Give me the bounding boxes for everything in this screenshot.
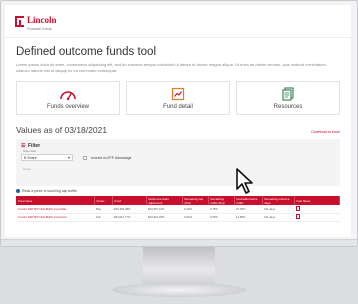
table-cell: $19,524.45% bbox=[146, 213, 182, 222]
info-note: Read a piece to touching cap buffer bbox=[5, 186, 351, 193]
column-header[interactable]: Fact Sheet bbox=[294, 196, 340, 205]
table-cell: 0.65% bbox=[208, 213, 234, 222]
monitor-frame: Lincoln Financial Group Defined outcome … bbox=[0, 0, 358, 247]
reset-link[interactable]: Reset bbox=[23, 167, 335, 171]
fund-name-link[interactable]: Lincoln S&P 500 Ultra Buffer Fund Mar bbox=[16, 205, 94, 214]
brand-sub: Financial Group bbox=[27, 27, 52, 31]
column-header[interactable]: Reference index adjustment bbox=[146, 196, 183, 205]
filter-heading: ☰ Filter bbox=[21, 143, 335, 149]
share-class-row: B Share Include eLVF® Advantage bbox=[21, 154, 335, 161]
card-resources[interactable]: Resources bbox=[236, 81, 340, 115]
brand-logo[interactable]: Lincoln Financial Group bbox=[15, 11, 341, 32]
table-cell: $19,567.44% bbox=[146, 205, 182, 214]
table-row: Lincoln S&P 500 Ultra Buffer Fund Mar Ma… bbox=[16, 205, 340, 214]
monitor-stand-base bbox=[112, 283, 246, 297]
download-excel-link[interactable]: Download to excel bbox=[311, 130, 340, 134]
chevron-down-icon bbox=[68, 157, 70, 159]
table-cell: 15.30% bbox=[234, 205, 262, 214]
table-row: Lincoln S&P 500 Ultra Buffer Fund Feb Fe… bbox=[16, 213, 340, 222]
filter-panel: ☰ Filter Share class B Share Include eLV… bbox=[16, 139, 340, 186]
tool-cards: Funds overview Fund detail Resources bbox=[5, 74, 351, 115]
pdf-icon[interactable] bbox=[296, 214, 300, 219]
values-title: Values as of 03/18/2021 bbox=[16, 125, 108, 135]
column-header[interactable]: Fund name bbox=[16, 196, 95, 205]
documents-icon bbox=[281, 86, 295, 101]
column-header[interactable]: Fund bbox=[112, 196, 147, 205]
filter-title: Filter bbox=[28, 143, 41, 149]
share-class-label: Share class bbox=[23, 150, 37, 153]
pdf-icon[interactable] bbox=[296, 205, 300, 211]
values-header: Values as of 03/18/2021 Download to exce… bbox=[5, 115, 351, 135]
column-header[interactable]: Remaining outcome days bbox=[262, 196, 295, 205]
card-label: Funds overview bbox=[46, 103, 90, 110]
share-class-select[interactable]: B Share bbox=[21, 154, 73, 161]
table-cell: $20,012.77% bbox=[112, 213, 146, 222]
filter-icon: ☰ bbox=[21, 143, 26, 149]
table-cell: 14.80% bbox=[234, 213, 262, 222]
browser-page: Lincoln Financial Group Defined outcome … bbox=[5, 5, 351, 237]
fact-sheet-cell bbox=[294, 205, 340, 214]
card-funds-overview[interactable]: Funds overview bbox=[16, 81, 120, 115]
column-header[interactable]: Remaining cap (Net) bbox=[182, 196, 209, 205]
include-advantage-checkbox[interactable] bbox=[83, 155, 87, 160]
brand-name: Lincoln bbox=[27, 15, 57, 25]
lincoln-logo-icon bbox=[15, 15, 24, 27]
monitor-stand-neck bbox=[143, 247, 215, 285]
page-title: Defined outcome funds tool bbox=[16, 46, 157, 58]
column-header[interactable]: Downside before buffer bbox=[234, 196, 263, 205]
chart-document-icon bbox=[171, 87, 185, 101]
page-description: Lorem ipsum dolor sit amet, consectetur … bbox=[16, 62, 326, 73]
brand-text: Lincoln Financial Group bbox=[27, 11, 57, 32]
fund-name-link[interactable]: Lincoln S&P 500 Ultra Buffer Fund Feb bbox=[16, 213, 94, 222]
monitor-chin bbox=[1, 239, 357, 246]
info-icon bbox=[16, 189, 20, 193]
fact-sheet-cell bbox=[294, 213, 340, 222]
column-header[interactable]: Series bbox=[94, 196, 113, 205]
card-label: Resources bbox=[273, 103, 303, 110]
include-advantage-label: Include eLVF® Advantage bbox=[91, 155, 132, 160]
funds-table: Fund name Series Fund Reference index ad… bbox=[16, 196, 340, 222]
gauge-icon bbox=[59, 87, 77, 101]
table-cell: Feb bbox=[94, 213, 112, 222]
share-class-value: B Share bbox=[24, 156, 37, 160]
table-cell: 0.75% bbox=[208, 205, 234, 214]
card-label: Fund detail bbox=[163, 103, 193, 110]
table-cell: 311 days bbox=[262, 205, 294, 214]
table-cell: 3.64% bbox=[182, 213, 208, 222]
card-fund-detail[interactable]: Fund detail bbox=[126, 81, 230, 115]
table-header-row: Fund name Series Fund Reference index ad… bbox=[16, 196, 340, 205]
table-cell: 311 days bbox=[262, 213, 294, 222]
table-cell: $19,325.38% bbox=[112, 205, 146, 214]
table-cell: May bbox=[94, 205, 112, 214]
column-header[interactable]: Remaining buffer (Net) bbox=[208, 196, 235, 205]
table-cell: 2.29% bbox=[182, 205, 208, 214]
top-bar: Lincoln Financial Group bbox=[5, 5, 351, 38]
info-note-text: Read a piece to touching cap buffer bbox=[22, 189, 78, 193]
mouse-pointer-icon bbox=[236, 168, 253, 194]
